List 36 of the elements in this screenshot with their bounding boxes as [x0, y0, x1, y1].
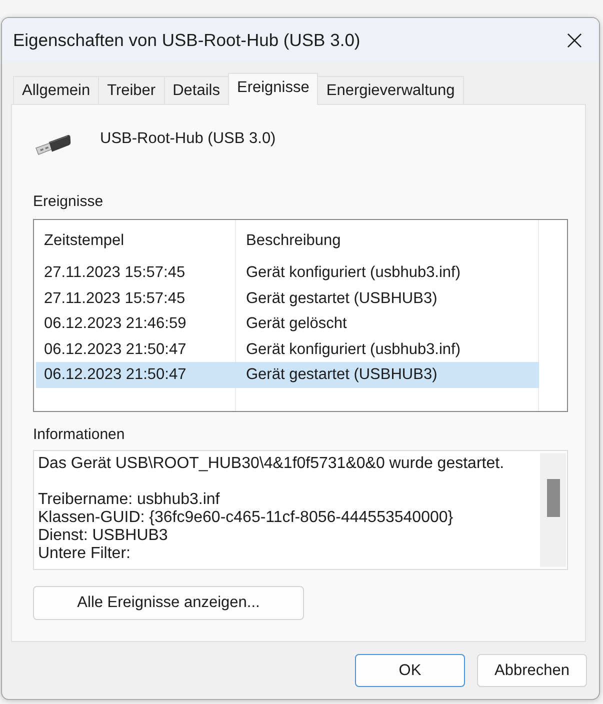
section-label: Informationen — [33, 426, 126, 444]
timestamp-cell-text: 06.12.2023 21:46:59 — [43, 314, 188, 334]
scrollbar-thumb[interactable] — [546, 479, 560, 517]
column-header[interactable]: Zeitstempel — [36, 222, 236, 260]
description-cell-text: Gerät konfiguriert (usbhub3.inf) — [245, 263, 462, 283]
timestamp-cell-text: 06.12.2023 21:50:47 — [43, 365, 188, 385]
description-cell-text: Gerät gelöscht — [245, 314, 348, 334]
information-line: Das Gerät USB\ROOT_HUB30\4&1f0f5731&0&0 wurde gestartet. — [38, 455, 506, 473]
event-row[interactable]: 06.12.2023 21:46:59 Gerät gelöscht — [36, 311, 539, 336]
information-line: Dienst: USBHUB3 — [38, 527, 169, 545]
timestamp-cell-text: 06.12.2023 21:50:47 — [43, 340, 188, 360]
tab[interactable]: Energieverwaltung — [317, 76, 464, 104]
tab[interactable]: Ereignisse — [228, 73, 318, 105]
event-row[interactable]: 06.12.2023 21:50:47 Gerät konfiguriert (usbhub3.inf) — [36, 336, 539, 362]
close-icon — [567, 32, 582, 48]
device-name: USB-Root-Hub (USB 3.0) — [100, 129, 276, 149]
section-label: Ereignisse — [33, 193, 104, 211]
description-cell-text: Gerät gestartet (USBHUB3) — [245, 365, 438, 385]
timestamp-cell-text: 27.11.2023 15:57:45 — [43, 288, 186, 308]
information-line: Treibername: usbhub3.inf — [38, 491, 221, 509]
usb-plug-icon — [35, 134, 71, 155]
column-header[interactable]: Beschreibung — [236, 222, 539, 260]
information-line: Untere Filter: — [38, 545, 132, 563]
description-cell-text: Gerät konfiguriert (usbhub3.inf) — [245, 340, 462, 360]
description-cell-text: Gerät gestartet (USBHUB3) — [245, 288, 438, 308]
show-all-events-button[interactable]: Alle Ereignisse anzeigen... — [33, 586, 304, 620]
timestamp-cell-text: 27.11.2023 15:57:45 — [43, 263, 186, 283]
cancel-button[interactable]: Abbrechen — [477, 654, 587, 687]
event-row[interactable]: 27.11.2023 15:57:45 Gerät konfiguriert (usbhub3.inf) — [36, 260, 539, 286]
tab[interactable]: Allgemein — [13, 76, 100, 104]
event-row[interactable]: 06.12.2023 21:50:47 Gerät gestartet (USBHUB3) — [36, 362, 539, 388]
scrollbar[interactable] — [540, 453, 566, 567]
event-row[interactable]: 27.11.2023 15:57:45 Gerät gestartet (USBHUB3) — [36, 286, 539, 311]
information-line: Klassen-GUID: {36fc9e60-c465-11cf-8056-444553540000} — [38, 509, 454, 527]
window-title: Eigenschaften von USB-Root-Hub (USB 3.0) — [13, 30, 360, 50]
ok-button[interactable]: OK — [355, 654, 465, 687]
